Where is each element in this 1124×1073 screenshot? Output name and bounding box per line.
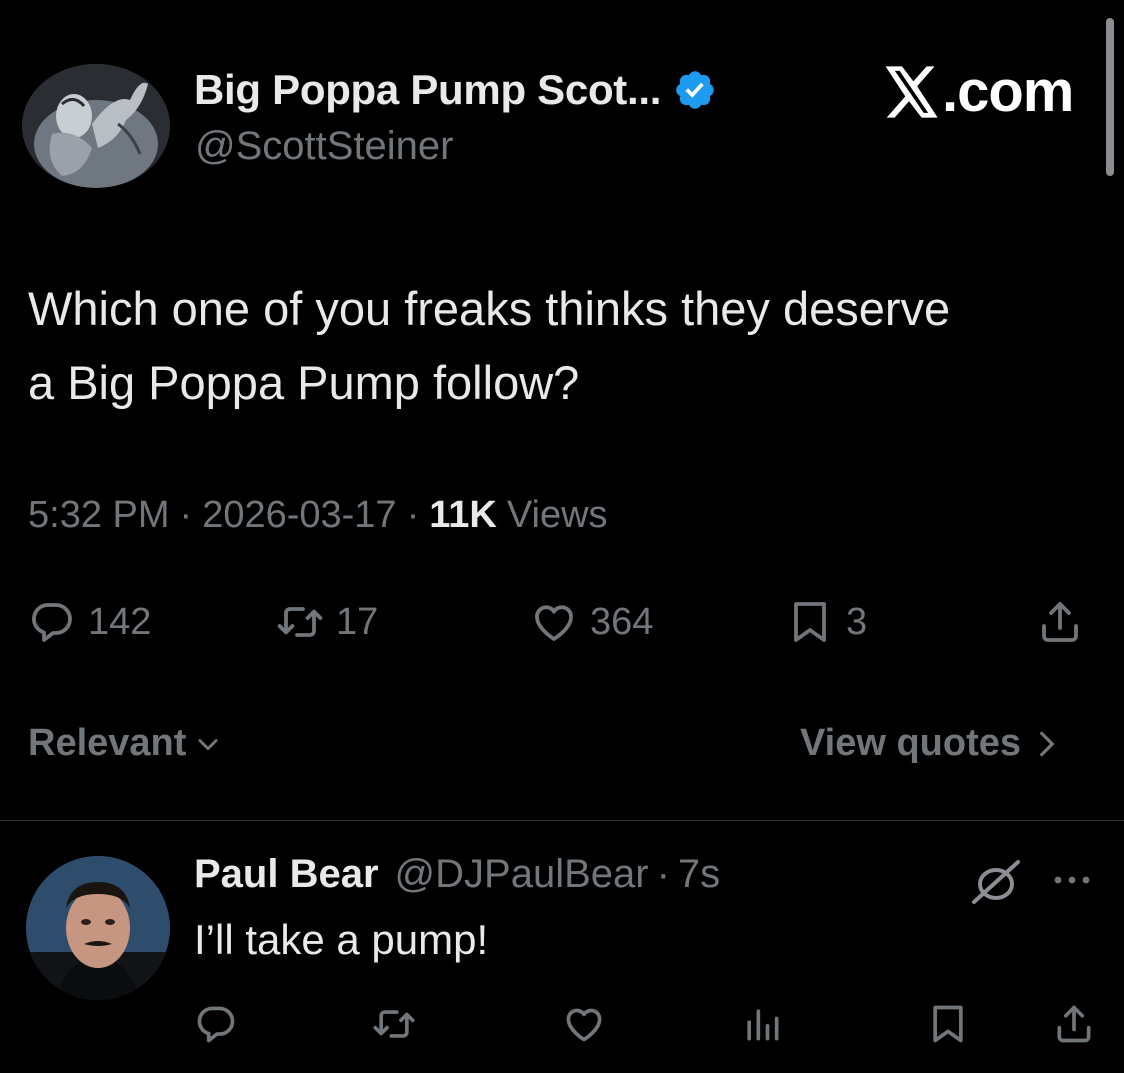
reply-like-button[interactable] xyxy=(562,1002,606,1046)
share-icon xyxy=(1057,1005,1091,1043)
repost-count: 17 xyxy=(336,600,379,643)
tweet-date[interactable]: 2026-03-17 xyxy=(202,494,396,537)
reply-header: Paul Bear @DJPaulBear · 7s xyxy=(194,852,720,897)
reply-count: 142 xyxy=(88,600,152,643)
author-avatar-image xyxy=(22,64,170,188)
tweet-text: Which one of you freaks thinks they dese… xyxy=(28,282,951,409)
reply-time[interactable]: 7s xyxy=(678,852,720,897)
meta-separator: · xyxy=(179,494,193,536)
view-quotes-link[interactable]: View quotes xyxy=(800,722,1059,765)
x-logo-icon xyxy=(885,65,938,118)
reply-author-avatar[interactable] xyxy=(26,856,170,1000)
views-label: Views xyxy=(506,494,608,536)
reply-separator: · xyxy=(656,852,670,896)
divider xyxy=(0,820,1124,821)
author-handle[interactable]: @ScottSteiner xyxy=(195,124,454,169)
like-button[interactable]: 364 xyxy=(530,590,653,654)
views-chart-icon xyxy=(747,1009,779,1041)
author-name-row[interactable]: Big Poppa Pump Scot... xyxy=(194,64,717,116)
scrollbar[interactable] xyxy=(1106,18,1114,176)
like-count: 364 xyxy=(590,600,654,643)
sort-replies-dropdown[interactable]: Relevant xyxy=(28,722,222,765)
tweet-time[interactable]: 5:32 PM xyxy=(28,494,170,537)
author-display-name[interactable]: Big Poppa Pump Scot... xyxy=(194,66,661,114)
grok-icon[interactable] xyxy=(966,856,1026,908)
repost-icon xyxy=(373,1010,415,1038)
reply-icon xyxy=(197,1006,235,1043)
view-quotes-label: View quotes xyxy=(800,722,1022,764)
reply-handle[interactable]: @DJPaulBear xyxy=(395,852,649,897)
reply-share-button[interactable] xyxy=(1052,1002,1096,1046)
bookmark-button[interactable]: 3 xyxy=(786,590,867,654)
chevron-right-icon xyxy=(1040,731,1054,756)
verified-badge-icon xyxy=(676,71,714,109)
more-options-icon[interactable] xyxy=(1048,866,1096,894)
share-icon xyxy=(1042,602,1078,642)
reply-icon xyxy=(32,603,72,642)
views-count: 11K xyxy=(429,494,497,536)
sort-label: Relevant xyxy=(28,722,187,764)
reply-button[interactable]: 142 xyxy=(28,590,151,654)
reply-display-name[interactable]: Paul Bear xyxy=(194,852,379,897)
reply-repost-button[interactable] xyxy=(372,1002,416,1046)
reply-avatar-image xyxy=(26,856,170,1000)
author-avatar[interactable] xyxy=(22,64,170,188)
bookmark-icon xyxy=(794,602,826,642)
repost-button[interactable]: 17 xyxy=(276,590,378,654)
repost-icon xyxy=(277,607,323,637)
bookmark-icon xyxy=(933,1005,963,1043)
heart-icon xyxy=(566,1008,602,1042)
bookmark-count: 3 xyxy=(846,600,868,643)
reply-views-button[interactable] xyxy=(740,1002,784,1046)
tweet-meta: 5:32 PM · 2026-03-17 · 11K Views xyxy=(28,494,608,537)
reply-bookmark-button[interactable] xyxy=(926,1002,970,1046)
reply-text: I’ll take a pump! xyxy=(194,916,489,963)
share-button[interactable] xyxy=(1036,590,1084,654)
brand-text: .com xyxy=(942,59,1074,124)
reply-reply-button[interactable] xyxy=(194,1002,238,1046)
brand-watermark: .com xyxy=(884,58,1074,125)
chevron-down-icon xyxy=(198,738,218,750)
heart-icon xyxy=(535,605,573,641)
meta-separator: · xyxy=(406,494,420,536)
